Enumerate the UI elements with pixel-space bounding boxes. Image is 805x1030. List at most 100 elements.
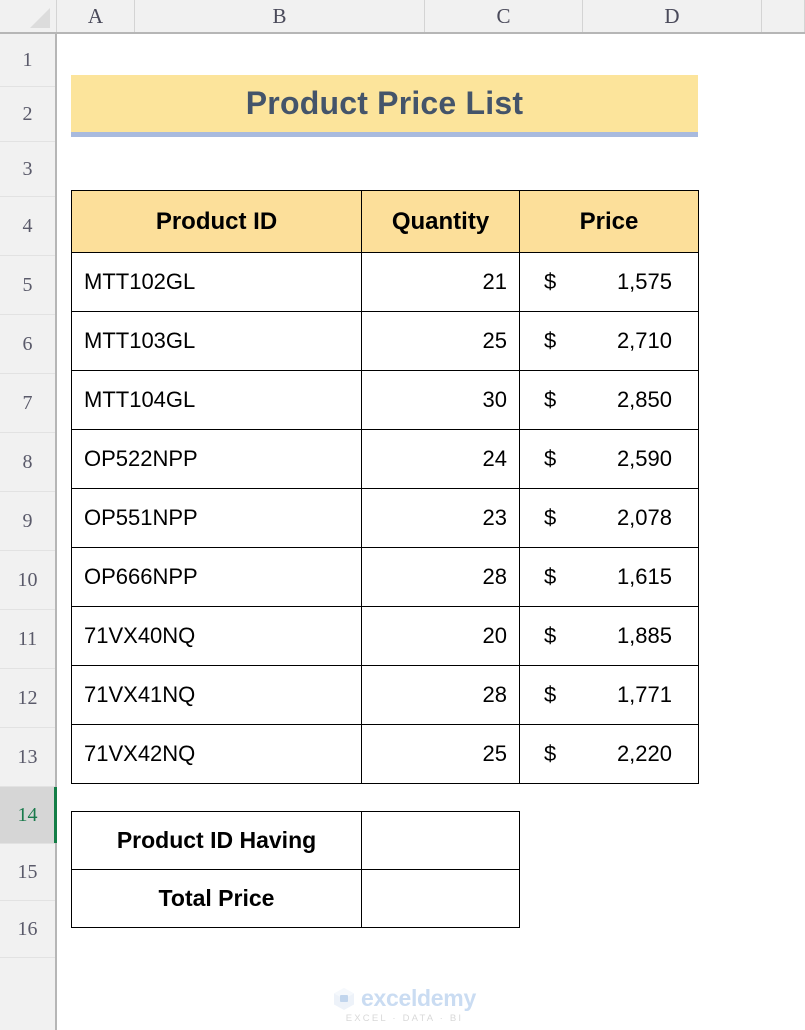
- price-amount: 1,575: [616, 269, 672, 294]
- row-header-12[interactable]: 12: [0, 669, 55, 728]
- currency-symbol: $: [544, 269, 557, 294]
- row-header-1-label: 1: [22, 48, 33, 71]
- row-header-9[interactable]: 9: [0, 492, 55, 551]
- cell-price[interactable]: $2,710: [519, 311, 699, 371]
- currency-symbol: $: [544, 741, 557, 766]
- row-header-8[interactable]: 8: [0, 433, 55, 492]
- cell-price[interactable]: $1,771: [519, 665, 699, 725]
- spreadsheet-canvas: A B C D 1 2 3 4 5 6 7 8 9 10 11 12 13 14…: [0, 0, 805, 1030]
- row-header-2[interactable]: 2: [0, 87, 55, 142]
- select-all-triangle-icon: [30, 8, 50, 28]
- cell-quantity[interactable]: 25: [361, 724, 520, 784]
- currency-symbol: $: [544, 328, 557, 353]
- product-price-table: Product ID Quantity Price MTT102GL 21 $1,5…: [71, 190, 699, 784]
- select-all-button[interactable]: [0, 0, 57, 32]
- cell-product-id[interactable]: 71VX40NQ: [71, 606, 362, 666]
- cell-quantity[interactable]: 30: [361, 370, 520, 430]
- cell-price[interactable]: $2,078: [519, 488, 699, 548]
- cell-price[interactable]: $1,885: [519, 606, 699, 666]
- table-row: OP551NPP 23 $2,078: [71, 488, 699, 548]
- row-header-4[interactable]: 4: [0, 197, 55, 256]
- cell-product-id[interactable]: 71VX42NQ: [71, 724, 362, 784]
- row-header-13-label: 13: [17, 745, 38, 768]
- price-amount: 2,850: [616, 387, 672, 412]
- cell-product-id[interactable]: OP551NPP: [71, 488, 362, 548]
- currency-symbol: $: [544, 505, 557, 530]
- row-header-13[interactable]: 13: [0, 728, 55, 787]
- cell-quantity[interactable]: 25: [361, 311, 520, 371]
- summary-label-cell[interactable]: Product ID Having: [71, 811, 362, 870]
- cell-quantity[interactable]: 20: [361, 606, 520, 666]
- currency-symbol: $: [544, 623, 557, 648]
- cell-product-id[interactable]: MTT104GL: [71, 370, 362, 430]
- cell-quantity[interactable]: 23: [361, 488, 520, 548]
- cell-price[interactable]: $2,850: [519, 370, 699, 430]
- cell-quantity[interactable]: 24: [361, 429, 520, 489]
- column-header-b[interactable]: B: [135, 0, 425, 32]
- table-row: OP522NPP 24 $2,590: [71, 429, 699, 489]
- summary-value-cell[interactable]: [361, 811, 520, 870]
- column-header-strip: A B C D: [0, 0, 805, 34]
- column-header-a-label: A: [87, 3, 104, 28]
- table-row: MTT104GL 30 $2,850: [71, 370, 699, 430]
- row-header-strip: 1 2 3 4 5 6 7 8 9 10 11 12 13 14 15 16: [0, 34, 57, 1030]
- row-header-2-label: 2: [22, 102, 33, 125]
- cell-quantity[interactable]: 21: [361, 252, 520, 312]
- summary-label-cell[interactable]: Total Price: [71, 869, 362, 928]
- column-header-d-label: D: [664, 3, 680, 28]
- currency-symbol: $: [544, 387, 557, 412]
- cell-product-id[interactable]: MTT102GL: [71, 252, 362, 312]
- currency-symbol: $: [544, 682, 557, 707]
- page-title: Product Price List: [245, 85, 524, 121]
- table-row: MTT102GL 21 $1,575: [71, 252, 699, 312]
- cell-price[interactable]: $2,590: [519, 429, 699, 489]
- row-header-8-label: 8: [22, 450, 33, 473]
- price-amount: 2,710: [616, 328, 672, 353]
- table-row: OP666NPP 28 $1,615: [71, 547, 699, 607]
- cell-product-id[interactable]: 71VX41NQ: [71, 665, 362, 725]
- cell-price[interactable]: $1,575: [519, 252, 699, 312]
- price-amount: 1,885: [616, 623, 672, 648]
- row-header-10-label: 10: [17, 568, 38, 591]
- column-header-product-id[interactable]: Product ID: [71, 190, 362, 253]
- currency-symbol: $: [544, 446, 557, 471]
- row-header-14-label: 14: [17, 803, 38, 826]
- row-header-14[interactable]: 14: [0, 787, 57, 844]
- row-header-5[interactable]: 5: [0, 256, 55, 315]
- price-amount: 1,771: [616, 682, 672, 707]
- column-header-quantity[interactable]: Quantity: [361, 190, 520, 253]
- summary-value-cell[interactable]: [361, 869, 520, 928]
- cell-price[interactable]: $1,615: [519, 547, 699, 607]
- table-row: MTT103GL 25 $2,710: [71, 311, 699, 371]
- row-header-10[interactable]: 10: [0, 551, 55, 610]
- price-amount: 2,220: [616, 741, 672, 766]
- column-header-e[interactable]: [762, 0, 805, 32]
- row-header-3[interactable]: 3: [0, 142, 55, 197]
- row-header-3-label: 3: [22, 157, 33, 180]
- cell-product-id[interactable]: OP522NPP: [71, 429, 362, 489]
- column-header-price[interactable]: Price: [519, 190, 699, 253]
- cell-product-id[interactable]: MTT103GL: [71, 311, 362, 371]
- row-header-11[interactable]: 11: [0, 610, 55, 669]
- row-header-6[interactable]: 6: [0, 315, 55, 374]
- column-header-a[interactable]: A: [57, 0, 135, 32]
- row-header-7[interactable]: 7: [0, 374, 55, 433]
- cell-quantity[interactable]: 28: [361, 547, 520, 607]
- price-amount: 2,078: [616, 505, 672, 530]
- row-header-16-label: 16: [17, 917, 38, 940]
- column-header-b-label: B: [272, 3, 287, 28]
- row-header-11-label: 11: [17, 627, 38, 650]
- cell-price[interactable]: $2,220: [519, 724, 699, 784]
- row-header-16[interactable]: 16: [0, 901, 55, 958]
- table-header-row: Product ID Quantity Price: [71, 190, 699, 253]
- title-banner-cell[interactable]: Product Price List: [71, 75, 698, 137]
- summary-row: Product ID Having: [71, 811, 520, 870]
- summary-table: Product ID Having Total Price: [71, 811, 520, 928]
- cell-quantity[interactable]: 28: [361, 665, 520, 725]
- price-amount: 2,590: [616, 446, 672, 471]
- cell-product-id[interactable]: OP666NPP: [71, 547, 362, 607]
- column-header-c[interactable]: C: [425, 0, 583, 32]
- column-header-d[interactable]: D: [583, 0, 762, 32]
- row-header-15[interactable]: 15: [0, 844, 55, 901]
- row-header-1[interactable]: 1: [0, 34, 55, 87]
